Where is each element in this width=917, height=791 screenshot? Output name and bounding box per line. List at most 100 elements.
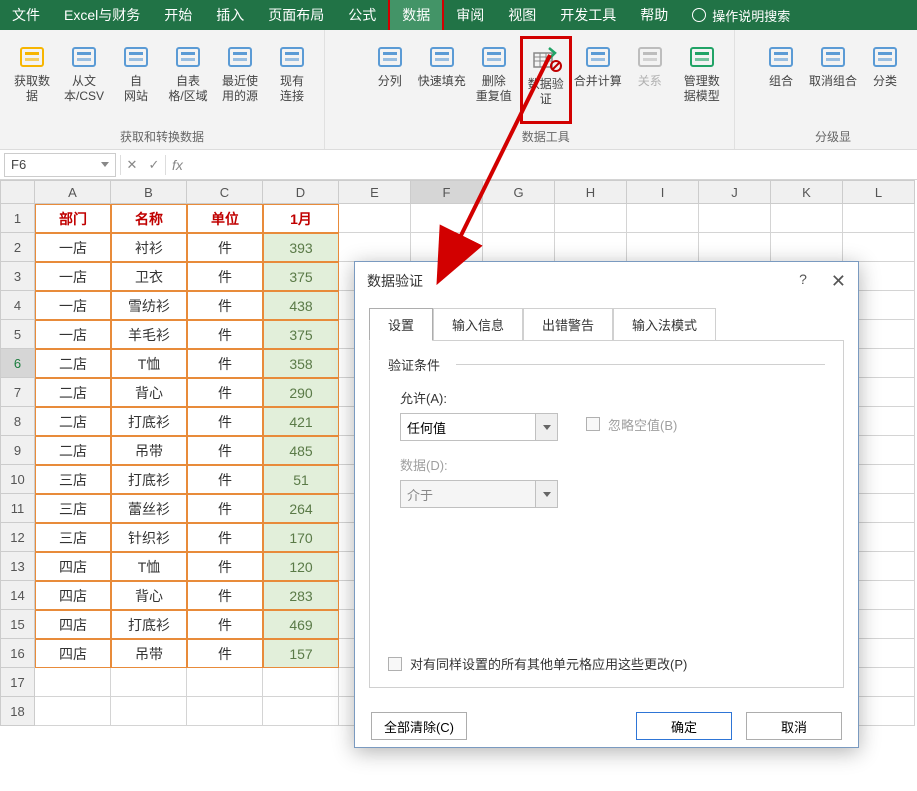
col-head-I[interactable]: I <box>627 180 699 204</box>
cell[interactable]: 二店 <box>35 378 111 407</box>
cell[interactable]: 件 <box>187 233 263 262</box>
cell[interactable]: 283 <box>263 581 339 610</box>
menu-home[interactable]: 开始 <box>152 0 204 30</box>
col-head-C[interactable]: C <box>187 180 263 204</box>
cell[interactable]: 件 <box>187 581 263 610</box>
cell[interactable]: 二店 <box>35 436 111 465</box>
row-head[interactable]: 14 <box>0 581 35 610</box>
cell[interactable]: 421 <box>263 407 339 436</box>
ribbon-from-csv[interactable]: 从文本/CSV <box>58 36 110 124</box>
cell[interactable]: 393 <box>263 233 339 262</box>
col-head-K[interactable]: K <box>771 180 843 204</box>
row-head[interactable]: 3 <box>0 262 35 291</box>
cell[interactable] <box>627 233 699 262</box>
menu-layout[interactable]: 页面布局 <box>256 0 336 30</box>
cell[interactable]: 卫衣 <box>111 262 187 291</box>
row-head[interactable]: 11 <box>0 494 35 523</box>
cell[interactable]: 部门 <box>35 204 111 233</box>
cell[interactable]: 469 <box>263 610 339 639</box>
cell[interactable]: 背心 <box>111 581 187 610</box>
cell[interactable]: 375 <box>263 320 339 349</box>
cell[interactable]: 背心 <box>111 378 187 407</box>
ribbon-remove-dup[interactable]: 删除重复值 <box>468 36 520 124</box>
cell[interactable] <box>411 204 483 233</box>
row-head[interactable]: 18 <box>0 697 35 726</box>
cell[interactable]: 衬衫 <box>111 233 187 262</box>
cell[interactable]: 120 <box>263 552 339 581</box>
tab-error-alert[interactable]: 出错警告 <box>523 308 613 341</box>
cell[interactable]: 件 <box>187 291 263 320</box>
menu-excel-finance[interactable]: Excel与财务 <box>52 0 152 30</box>
cell[interactable]: 蕾丝衫 <box>111 494 187 523</box>
select-all-corner[interactable] <box>0 180 35 204</box>
col-head-H[interactable]: H <box>555 180 627 204</box>
cell[interactable] <box>339 204 411 233</box>
cell[interactable]: 件 <box>187 407 263 436</box>
cell[interactable]: 三店 <box>35 465 111 494</box>
cell[interactable]: 375 <box>263 262 339 291</box>
ribbon-data-validation[interactable]: 数据验证 <box>520 36 572 124</box>
row-head[interactable]: 15 <box>0 610 35 639</box>
cell[interactable] <box>627 204 699 233</box>
cell[interactable] <box>35 668 111 697</box>
cell[interactable]: 打底衫 <box>111 407 187 436</box>
cell[interactable]: 吊带 <box>111 639 187 668</box>
cell[interactable]: 羊毛衫 <box>111 320 187 349</box>
col-head-D[interactable]: D <box>263 180 339 204</box>
row-head[interactable]: 8 <box>0 407 35 436</box>
cell[interactable]: 名称 <box>111 204 187 233</box>
cell[interactable]: 三店 <box>35 494 111 523</box>
accept-formula-icon[interactable]: ✓ <box>143 157 165 173</box>
cell[interactable] <box>187 668 263 697</box>
cell[interactable]: 针织衫 <box>111 523 187 552</box>
tab-ime[interactable]: 输入法模式 <box>613 308 716 341</box>
ok-button[interactable]: 确定 <box>636 712 732 740</box>
cell[interactable] <box>111 668 187 697</box>
cell[interactable] <box>555 204 627 233</box>
cell[interactable] <box>111 697 187 726</box>
col-head-B[interactable]: B <box>111 180 187 204</box>
cell[interactable]: 打底衫 <box>111 465 187 494</box>
cell[interactable] <box>843 204 915 233</box>
dialog-title-bar[interactable]: 数据验证 ? ✕ <box>355 262 858 300</box>
ribbon-data-model[interactable]: 管理数据模型 <box>676 36 728 124</box>
row-head[interactable]: 9 <box>0 436 35 465</box>
cell[interactable]: 一店 <box>35 320 111 349</box>
cell[interactable] <box>771 233 843 262</box>
row-head[interactable]: 7 <box>0 378 35 407</box>
cell[interactable]: 三店 <box>35 523 111 552</box>
cell[interactable] <box>699 233 771 262</box>
row-head[interactable]: 6 <box>0 349 35 378</box>
cell[interactable]: 一店 <box>35 233 111 262</box>
ribbon-from-web[interactable]: 自网站 <box>110 36 162 124</box>
ribbon-subtotal[interactable]: 分类 <box>859 36 911 124</box>
row-head[interactable]: 17 <box>0 668 35 697</box>
allow-combobox[interactable]: 任何值 <box>400 413 558 441</box>
ribbon-get-data[interactable]: 获取数据 <box>6 36 58 124</box>
fx-icon[interactable]: fx <box>166 157 189 173</box>
cell[interactable]: 四店 <box>35 581 111 610</box>
cell[interactable]: 件 <box>187 436 263 465</box>
row-head[interactable]: 2 <box>0 233 35 262</box>
cell[interactable]: 264 <box>263 494 339 523</box>
cell[interactable]: 290 <box>263 378 339 407</box>
cell[interactable]: 件 <box>187 349 263 378</box>
cell[interactable] <box>263 668 339 697</box>
cell[interactable]: 四店 <box>35 639 111 668</box>
cell[interactable] <box>339 233 411 262</box>
name-box[interactable]: F6 <box>4 153 116 177</box>
cell[interactable]: 打底衫 <box>111 610 187 639</box>
row-head[interactable]: 4 <box>0 291 35 320</box>
col-head-L[interactable]: L <box>843 180 915 204</box>
col-head-E[interactable]: E <box>339 180 411 204</box>
menu-data[interactable]: 数据 <box>388 0 444 32</box>
col-head-F[interactable]: F <box>411 180 483 204</box>
cell[interactable] <box>843 233 915 262</box>
cell[interactable]: 件 <box>187 552 263 581</box>
cell[interactable]: 件 <box>187 494 263 523</box>
ribbon-recent[interactable]: 最近使用的源 <box>214 36 266 124</box>
ribbon-from-range[interactable]: 自表格/区域 <box>162 36 214 124</box>
ribbon-ungroup[interactable]: 取消组合 <box>807 36 859 124</box>
cell[interactable]: T恤 <box>111 349 187 378</box>
row-head[interactable]: 5 <box>0 320 35 349</box>
